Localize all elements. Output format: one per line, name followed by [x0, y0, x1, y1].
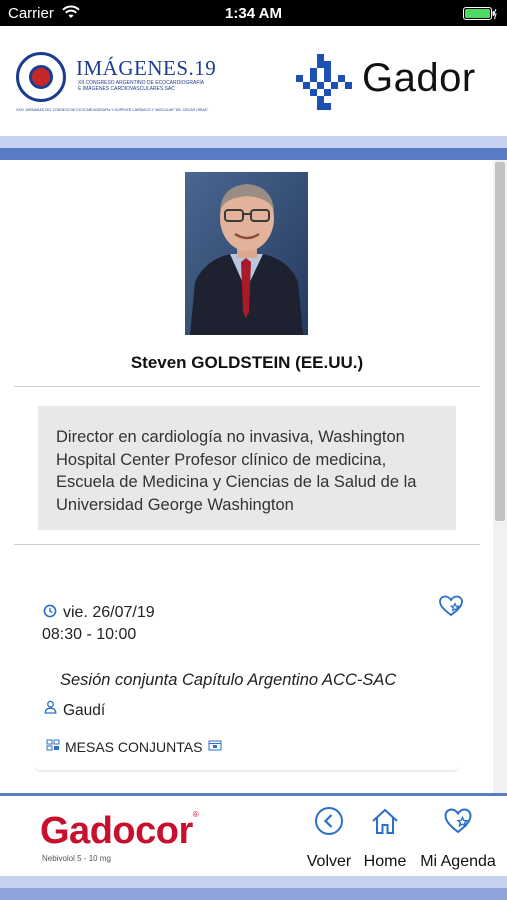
app-header: IMÁGENES.19 XII CONGRESO ARGENTINO DE EC…: [0, 26, 507, 136]
clock-icon: [43, 604, 57, 618]
session-category: MESAS CONJUNTAS: [65, 739, 203, 755]
gadocor-subtitle: Nebivolol 5 - 10 mg: [42, 854, 111, 863]
house-icon: [372, 808, 398, 834]
back-button[interactable]: Volver: [303, 806, 355, 871]
scrollbar-thumb[interactable]: [495, 162, 505, 521]
speaker-bio-box: Director en cardiología no invasiva, Was…: [38, 406, 456, 530]
session-room: Gaudí: [63, 702, 106, 719]
speaker-bio: Director en cardiología no invasiva, Was…: [56, 428, 417, 514]
gador-logo: Gador: [296, 52, 496, 112]
gador-logo-text: Gador: [362, 56, 476, 100]
header-band-dark: [0, 148, 507, 160]
session-time: 08:30 - 10:00: [42, 626, 137, 643]
person-icon: [44, 700, 57, 714]
content-scrollbar[interactable]: [493, 160, 507, 793]
imagenes-logo-subtitle: XII CONGRESO ARGENTINO DE ECOCARDIOGRAFÍ…: [78, 80, 204, 92]
footer-band-dark: [0, 888, 507, 900]
clock-time: 1:34 AM: [225, 5, 282, 22]
session-card[interactable]: vie. 26/07/19 08:30 - 10:00 Sesión conju…: [34, 580, 463, 772]
sac-seal-icon: [16, 52, 66, 102]
speaker-detail-content[interactable]: Steven GOLDSTEIN (EE.UU.) Director en ca…: [0, 160, 507, 793]
imagenes-logo-title: IMÁGENES.19: [76, 56, 217, 80]
gador-cross-icon: [296, 54, 352, 110]
home-button-label: Home: [363, 853, 407, 870]
my-agenda-button[interactable]: Mi Agenda: [414, 806, 502, 871]
speaker-name: Steven GOLDSTEIN (EE.UU.): [130, 353, 364, 372]
calendar-icon: [208, 740, 222, 751]
gadocor-logo: Gadocor® Nebivolol 5 - 10 mg: [40, 810, 199, 863]
battery-icon: [463, 7, 497, 20]
back-button-label: Volver: [306, 853, 352, 870]
table-icon: [46, 739, 60, 751]
speaker-photo: [185, 172, 308, 335]
bottom-navigation-bar: Gadocor® Nebivolol 5 - 10 mg Volver Home…: [0, 793, 507, 876]
session-title: Sesión conjunta Capítulo Argentino ACC-S…: [60, 671, 397, 689]
chevron-left-circle-icon: [315, 807, 343, 835]
header-band-light: [0, 136, 507, 148]
imagenes-logo: IMÁGENES.19 XII CONGRESO ARGENTINO DE EC…: [16, 50, 216, 112]
add-to-agenda-heart-icon[interactable]: [438, 594, 464, 618]
my-agenda-button-label: Mi Agenda: [420, 853, 496, 870]
gadocor-brand: Gadocor: [40, 810, 193, 852]
imagenes-logo-footer: XXIV JORNADAS DEL CONSEJO DE ECOCARDIOGR…: [16, 108, 209, 112]
home-button[interactable]: Home: [360, 806, 410, 871]
session-date: vie. 26/07/19: [63, 604, 155, 621]
gadocor-registered-mark: ®: [192, 810, 199, 819]
divider: [14, 386, 480, 387]
divider: [14, 544, 480, 545]
heart-star-icon: [444, 808, 472, 834]
status-bar: Carrier 1:34 AM: [0, 0, 507, 26]
